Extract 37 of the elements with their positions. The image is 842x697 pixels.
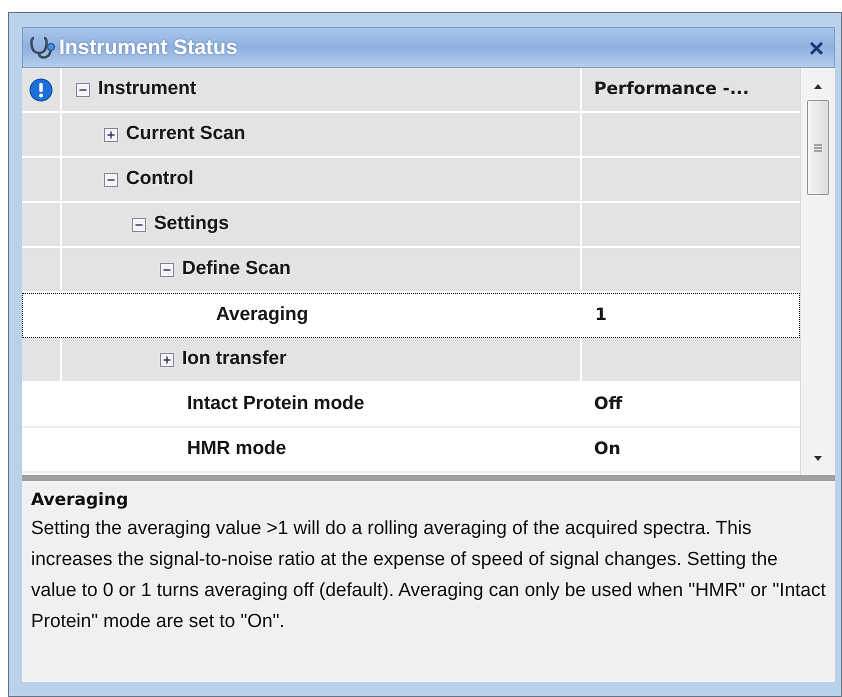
tree-row[interactable]: Define Scan	[22, 248, 800, 293]
node-label: Current Scan	[126, 122, 246, 146]
close-button[interactable]: ×	[804, 34, 828, 60]
expand-icon[interactable]	[160, 352, 174, 366]
window-title: Instrument Status	[59, 34, 238, 61]
description-title: Averaging	[31, 489, 130, 512]
collapse-icon[interactable]	[76, 82, 90, 96]
scrollbar[interactable]	[800, 68, 835, 475]
expand-icon[interactable]	[104, 128, 118, 142]
tree-row[interactable]: Control	[22, 158, 800, 203]
grip-icon	[813, 144, 823, 152]
node-value: On	[594, 438, 621, 461]
scroll-thumb[interactable]	[807, 100, 829, 195]
scroll-up-icon[interactable]	[812, 82, 824, 90]
tree-row[interactable]: Settings	[22, 203, 800, 248]
collapse-icon[interactable]	[160, 262, 174, 276]
node-label: Control	[126, 167, 194, 192]
node-label: Ion transfer	[182, 347, 287, 372]
scroll-down-icon[interactable]	[812, 455, 824, 463]
node-label: Instrument	[98, 77, 196, 102]
stethoscope-icon	[29, 34, 57, 60]
node-value: Off	[594, 392, 622, 416]
node-label: HMR mode	[187, 437, 286, 462]
node-label: Settings	[154, 212, 229, 236]
node-value: 1	[595, 304, 607, 327]
collapse-icon[interactable]	[132, 218, 146, 232]
node-label: Averaging	[216, 303, 308, 328]
collapse-icon[interactable]	[104, 172, 118, 186]
tree-row[interactable]: Instrument Performance -...	[22, 68, 800, 113]
tree-row[interactable]: Current Scan	[22, 113, 800, 158]
node-label: Intact Protein mode	[187, 392, 364, 416]
node-value: Performance -...	[594, 78, 750, 101]
info-icon	[29, 78, 53, 102]
node-label: Define Scan	[182, 257, 291, 282]
tree-row[interactable]: Ion transfer	[22, 338, 800, 383]
tree-row[interactable]: Averaging 1	[22, 293, 800, 338]
description-text: Setting the averaging value >1 will do a rolling averaging of the acquired spectra. This increases the signal-to-noise ratio at the expense of speed of signal changes. Setting the value to 0 or 1 turns averaging off (default). Averaging can only be used when "HMR" or "Intact Protein" mode are set to "On".	[31, 517, 826, 634]
